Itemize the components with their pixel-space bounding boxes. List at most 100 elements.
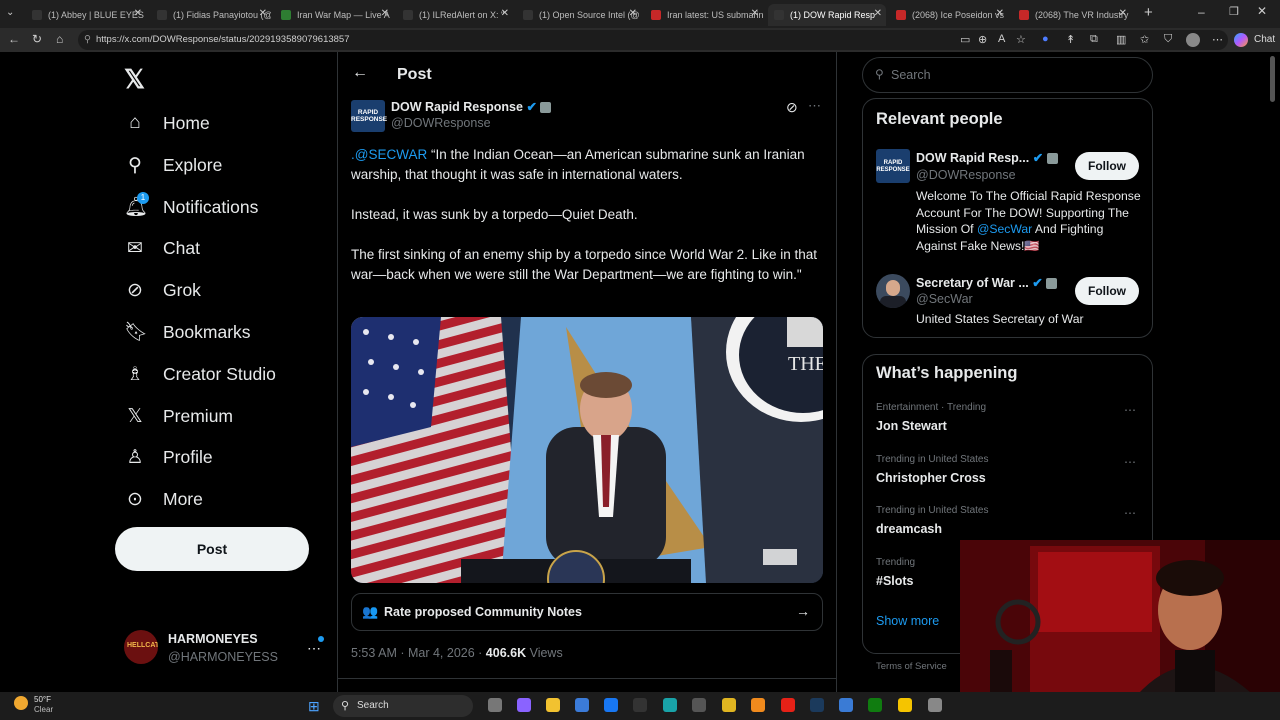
tab-close-icon[interactable]: ✕ — [259, 8, 267, 19]
tab-close-icon[interactable]: ✕ — [381, 8, 389, 19]
settings-icon[interactable] — [928, 698, 942, 712]
person-handle[interactable]: @SecWar — [916, 292, 973, 306]
nav-item-grok[interactable]: ⊘ Grok — [124, 274, 201, 306]
file-explorer-icon[interactable] — [546, 698, 560, 712]
trend-more-icon[interactable]: ⋯ — [1124, 403, 1136, 417]
store-icon[interactable] — [575, 698, 589, 712]
reload-icon[interactable]: ↻ — [32, 32, 42, 46]
copilot-taskbar-icon[interactable] — [517, 698, 531, 712]
browser-tab[interactable]: Iran War Map — Live A ✕ — [275, 4, 393, 26]
tab-close-icon[interactable]: ✕ — [874, 8, 882, 19]
person-avatar[interactable] — [876, 274, 910, 308]
minimize-button[interactable]: – — [1198, 5, 1205, 19]
browser-essentials-icon[interactable]: ⛉ — [1164, 33, 1172, 46]
nav-item-home[interactable]: ⌂ Home — [124, 107, 209, 139]
x-logo-icon[interactable]: 𝕏 — [124, 64, 145, 95]
copilot-icon[interactable] — [1234, 33, 1248, 47]
read-aloud-icon[interactable]: A — [998, 33, 1005, 45]
person-name[interactable]: DOW Rapid Resp... ✔ — [916, 150, 1058, 165]
app-icon[interactable] — [839, 698, 853, 712]
post-button[interactable]: Post — [115, 527, 309, 571]
follow-button[interactable]: Follow — [1075, 277, 1139, 305]
notes-icon[interactable] — [898, 698, 912, 712]
more-dots-icon[interactable]: ⋯ — [307, 640, 321, 657]
post-time[interactable]: 5:53 AM · Mar 4, 2026 · — [351, 646, 486, 660]
follow-button[interactable]: Follow — [1075, 152, 1139, 180]
grok-icon[interactable]: ⊘ — [786, 99, 798, 116]
steam-icon[interactable] — [810, 698, 824, 712]
mention-link[interactable]: .@SECWAR — [351, 147, 427, 162]
close-window-button[interactable]: ✕ — [1257, 4, 1267, 18]
author-name[interactable]: DOW Rapid Response ✔ — [391, 99, 552, 114]
taskbar-search[interactable]: ⚲ Search — [333, 695, 473, 717]
tab-close-icon[interactable]: ✕ — [1119, 8, 1127, 19]
browser-tab[interactable]: (1) Abbey | BLUE EYES c ✕ — [26, 4, 146, 26]
settings-more-icon[interactable]: ⋯ — [1212, 33, 1223, 46]
trend-more-icon[interactable]: ⋯ — [1124, 455, 1136, 469]
tab-close-icon[interactable]: ✕ — [751, 8, 759, 19]
page-scrollbar-thumb[interactable] — [1270, 56, 1275, 102]
community-notes-button[interactable]: 👥 Rate proposed Community Notes → — [351, 593, 823, 631]
tab-close-icon[interactable]: ✕ — [629, 8, 637, 19]
start-windows-icon[interactable]: ⊞ — [308, 698, 320, 715]
browser-tab[interactable]: (1) Fidias Panayiotou (@ ✕ — [151, 4, 271, 26]
nav-item-explore[interactable]: ⚲ Explore — [124, 149, 222, 181]
trend-more-icon[interactable]: ⋯ — [1124, 506, 1136, 520]
site-info-icon[interactable]: ⚲ — [84, 30, 91, 50]
post-more-icon[interactable]: ⋯ — [808, 98, 821, 114]
facebook-icon[interactable] — [604, 698, 618, 712]
browser-tab[interactable]: (2068) The VR Industry ✕ — [1013, 4, 1131, 26]
video-player[interactable]: THE — [351, 317, 823, 583]
favorite-star-icon[interactable]: ☆ — [1016, 33, 1026, 46]
restore-button[interactable]: ❐ — [1229, 5, 1239, 18]
vlc-icon[interactable] — [751, 698, 765, 712]
xbox-icon[interactable] — [868, 698, 882, 712]
show-more-link[interactable]: Show more — [876, 614, 939, 628]
browser-tab[interactable]: (2068) Ice Poseidon vs ✕ — [890, 4, 1008, 26]
edge-icon[interactable] — [663, 698, 677, 712]
split-screen-icon[interactable]: ▥ — [1116, 33, 1126, 46]
chrome-icon[interactable] — [722, 698, 736, 712]
browser-tab[interactable]: Iran latest: US submarin ✕ — [645, 4, 763, 26]
account-switcher[interactable]: HELLCAT HARMONEYES @HARMONEYESS ⋯ — [124, 630, 324, 670]
amazon-icon[interactable] — [633, 698, 647, 712]
tab-close-icon[interactable]: ✕ — [501, 8, 509, 19]
home-browser-icon[interactable]: ⌂ — [56, 32, 63, 46]
task-view-icon[interactable] — [488, 698, 502, 712]
app-available-icon[interactable]: ▭ — [960, 33, 970, 46]
browser-tab[interactable]: (1) DOW Rapid Resp ✕ — [768, 4, 886, 26]
nav-item-premium[interactable]: 𝕏 Premium — [124, 400, 233, 432]
calculator-icon[interactable] — [692, 698, 706, 712]
tab-close-icon[interactable]: ✕ — [134, 8, 142, 19]
back-button[interactable]: ← — [352, 64, 368, 82]
tab-list-chevron-icon[interactable]: ⌄ — [6, 7, 14, 18]
person-handle[interactable]: @DOWResponse — [916, 168, 1016, 182]
back-arrow-icon[interactable]: ← — [8, 32, 20, 46]
person-avatar[interactable]: RAPID RESPONSE — [876, 149, 910, 183]
copilot-label[interactable]: Chat — [1254, 34, 1275, 45]
profile-avatar[interactable] — [1186, 33, 1200, 47]
extension-icon[interactable]: ● — [1042, 33, 1049, 45]
terms-link[interactable]: Terms of Service — [876, 661, 947, 672]
nav-item-more[interactable]: ⊙ More — [124, 483, 203, 515]
tab-close-icon[interactable]: ✕ — [996, 8, 1004, 19]
author-handle[interactable]: @DOWResponse — [391, 116, 491, 130]
favorites-icon[interactable]: ✩ — [1140, 33, 1149, 46]
search-input[interactable]: ⚲ Search — [862, 57, 1153, 93]
new-tab-button[interactable]: + — [1144, 4, 1153, 21]
extensions-icon[interactable]: ⧉ — [1090, 33, 1098, 46]
extension2-icon[interactable]: ↟ — [1066, 33, 1075, 46]
youtube-icon[interactable] — [781, 698, 795, 712]
author-avatar[interactable]: RAPID RESPONSE — [351, 100, 387, 132]
browser-tab[interactable]: (1) ILRedAlert on X: " ✕ — [397, 4, 513, 26]
nav-item-creator-studio[interactable]: ♗ Creator Studio — [124, 358, 275, 390]
bio-mention-link[interactable]: @SecWar — [977, 222, 1032, 236]
url-field[interactable]: ⚲ https://x.com/DOWResponse/status/20291… — [78, 30, 1228, 50]
browser-tab[interactable]: (1) Open Source Intel (@ ✕ — [517, 4, 641, 26]
nav-item-bookmarks[interactable]: 🔖︎ Bookmarks — [124, 316, 251, 348]
person-name[interactable]: Secretary of War ... ✔ — [916, 275, 1058, 290]
nav-item-chat[interactable]: ✉ Chat — [124, 232, 200, 264]
nav-item-profile[interactable]: ♙ Profile — [124, 441, 212, 473]
zoom-icon[interactable]: ⊕ — [978, 33, 987, 46]
weather-icon[interactable] — [14, 696, 28, 710]
